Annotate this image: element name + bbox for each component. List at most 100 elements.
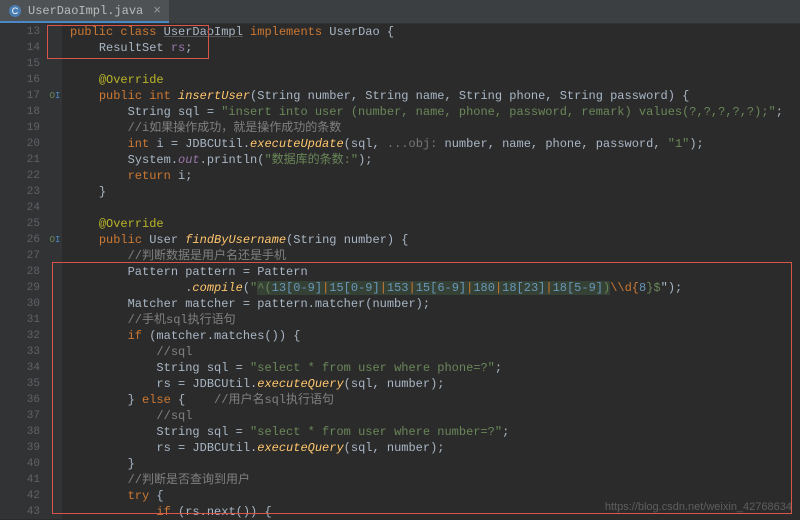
brace: { <box>380 25 394 39</box>
gutter-marker <box>48 311 62 327</box>
string-literal: "数据库的条数:" <box>264 153 358 167</box>
interface-name: UserDao <box>329 25 379 39</box>
gutter-marker: OI <box>48 232 62 248</box>
gutter-marker <box>48 343 62 359</box>
type: ResultSet <box>99 41 164 55</box>
line-number: 19 <box>0 120 40 136</box>
line-number: 13 <box>0 24 40 40</box>
regex: ^( <box>257 281 271 295</box>
line-number: 40 <box>0 456 40 472</box>
gutter-marker <box>48 168 62 184</box>
line-number: 33 <box>0 344 40 360</box>
gutter-marker <box>48 136 62 152</box>
keyword: implements <box>250 25 322 39</box>
java-class-icon: C <box>8 4 22 18</box>
file-tab[interactable]: C UserDaoImpl.java × <box>0 0 169 23</box>
space <box>171 169 178 183</box>
line-number: 42 <box>0 488 40 504</box>
field-name: rs <box>171 41 185 55</box>
gutter-marker <box>48 423 62 439</box>
comment: //判断数据是用户名还是手机 <box>128 249 286 263</box>
line-number: 16 <box>0 72 40 88</box>
line-number: 38 <box>0 424 40 440</box>
semicolon: ; <box>502 425 509 439</box>
line-number: 43 <box>0 504 40 520</box>
line-number: 17 <box>0 88 40 104</box>
param-hint: ...obj: <box>387 137 445 151</box>
line-number: 25 <box>0 216 40 232</box>
field: out <box>178 153 200 167</box>
keyword: if <box>156 505 170 519</box>
gutter-marker <box>48 40 62 56</box>
close-icon[interactable]: × <box>153 3 161 18</box>
line-number-gutter: 1314151617181920212223242526272829303132… <box>0 24 48 519</box>
keyword: public <box>99 233 142 247</box>
comment: //i如果操作成功，就是操作成功的条数 <box>128 121 342 135</box>
regex: 13[0-9] <box>272 281 322 295</box>
line-number: 30 <box>0 296 40 312</box>
params: (String number) { <box>286 233 408 247</box>
method-name: insertUser <box>178 89 250 103</box>
gutter-marker <box>48 295 62 311</box>
txt: Pattern pattern = Pattern <box>128 265 308 279</box>
return-type: User <box>142 233 185 247</box>
params: (String number, String name, String phon… <box>250 89 689 103</box>
open: ( <box>243 281 250 295</box>
txt: (sql, <box>344 137 387 151</box>
comment: //用户名sql执行语句 <box>214 393 334 407</box>
semicolon: ; <box>776 105 783 119</box>
comment: //手机sql执行语句 <box>128 313 236 327</box>
txt: (rs.next()) { <box>171 505 272 519</box>
line-number: 34 <box>0 360 40 376</box>
method-call: compile <box>192 281 242 295</box>
method-call: executeQuery <box>257 377 343 391</box>
watermark: https://blog.csdn.net/weixin_42768634 <box>605 501 792 513</box>
line-number: 23 <box>0 184 40 200</box>
gutter-marker <box>48 487 62 503</box>
var: i <box>156 137 163 151</box>
code-editor[interactable]: 1314151617181920212223242526272829303132… <box>0 24 800 519</box>
gutter-marker <box>48 120 62 136</box>
keyword: return <box>128 169 171 183</box>
gutter-marker <box>48 439 62 455</box>
line-number: 24 <box>0 200 40 216</box>
semicolon: ; <box>185 41 192 55</box>
keyword: try <box>128 489 150 503</box>
line-number: 15 <box>0 56 40 72</box>
pipe: | <box>545 281 552 295</box>
gutter-marker <box>48 471 62 487</box>
annotation: @Override <box>99 73 164 87</box>
gutter-marker <box>48 359 62 375</box>
gutter-marker <box>48 375 62 391</box>
regex: }$ <box>646 281 660 295</box>
gutter-marker <box>48 455 62 471</box>
line-number: 37 <box>0 408 40 424</box>
pipe: | <box>380 281 387 295</box>
comment: //判断是否查询到用户 <box>128 473 250 487</box>
keyword: if <box>128 329 142 343</box>
escape: \\d{ <box>610 281 639 295</box>
txt: (matcher.matches()) { <box>142 329 300 343</box>
brace: } <box>128 393 142 407</box>
keyword: public class <box>70 25 156 39</box>
code-area[interactable]: public class UserDaoImpl implements User… <box>62 24 800 519</box>
annotation: @Override <box>99 217 164 231</box>
line-number: 26 <box>0 232 40 248</box>
gutter-marker <box>48 56 62 72</box>
txt: Matcher matcher = pattern.matcher(number… <box>128 297 430 311</box>
gutter-marker: OI <box>48 88 62 104</box>
method-name: findByUsername <box>185 233 286 247</box>
gutter-marker <box>48 407 62 423</box>
gutter-marker <box>48 152 62 168</box>
tab-label: UserDaoImpl.java <box>28 4 143 18</box>
string-literal: "select * from user where number=?" <box>250 425 502 439</box>
txt: rs = JDBCUtil. <box>156 377 257 391</box>
keyword: else <box>142 393 171 407</box>
gutter-marker <box>48 24 62 40</box>
gutter-marker <box>48 280 62 296</box>
txt: = JDBCUtil. <box>164 137 250 151</box>
semicolon: ; <box>185 169 192 183</box>
string-literal: "insert into user (number, name, phone, … <box>221 105 776 119</box>
marker-gutter: OI OI <box>48 24 62 519</box>
line-number: 35 <box>0 376 40 392</box>
